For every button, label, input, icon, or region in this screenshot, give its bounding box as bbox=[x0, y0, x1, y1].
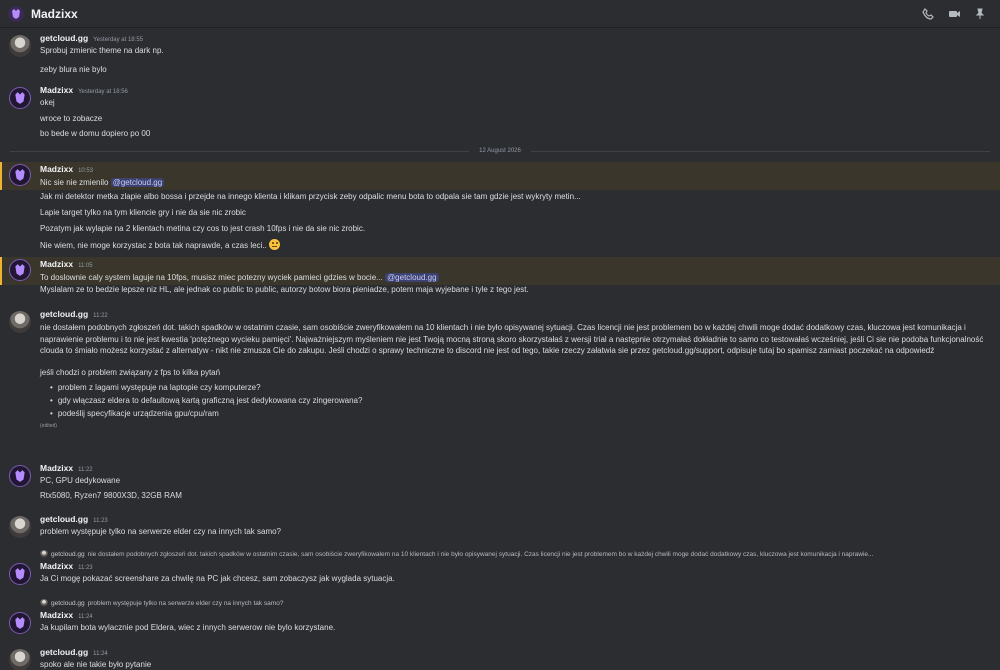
dm-avatar[interactable] bbox=[8, 5, 24, 22]
avatar[interactable] bbox=[9, 164, 31, 186]
timestamp: Yesterday at 18:55 bbox=[93, 37, 143, 43]
message-text: Pozatym jak wylapie na 2 klientach metin… bbox=[40, 224, 366, 233]
author-name[interactable]: Madzixx bbox=[40, 85, 73, 95]
message-text: Nie wiem, nie moge korzystac z bota tak … bbox=[40, 241, 267, 250]
list-item: problem z lagami występuje na laptopie c… bbox=[50, 381, 1000, 394]
timestamp: 11:05 bbox=[78, 263, 93, 269]
edited-label: (edited) bbox=[40, 422, 57, 429]
message-text: bo bede w domu dopiero po 00 bbox=[40, 129, 151, 138]
timestamp: 11:23 bbox=[78, 565, 93, 571]
message-text: jeśli chodzi o problem związany z fps to… bbox=[40, 367, 221, 377]
timestamp: Yesterday at 18:56 bbox=[78, 89, 128, 95]
reply-text: problem występuje tylko na serwerze elde… bbox=[87, 599, 284, 607]
message-text: okej bbox=[40, 98, 55, 107]
author-name[interactable]: Madzixx bbox=[40, 164, 73, 174]
timestamp: 11:24 bbox=[93, 651, 108, 657]
message-text: wroce to zobacze bbox=[40, 114, 103, 123]
message-mention-highlight: Madzixx 10:53 Nic sie nie zmienilo @getc… bbox=[0, 162, 1000, 190]
author-name[interactable]: Madzixx bbox=[40, 610, 73, 620]
message-text: problem występuje tylko na serwerze elde… bbox=[40, 527, 281, 536]
message-text: Lapie target tylko na tym kliencie gry i… bbox=[40, 208, 246, 217]
avatar[interactable] bbox=[9, 516, 31, 538]
message-text: Ja kupilam bota wylacznie pod Eldera, wi… bbox=[40, 623, 336, 632]
message-text: To doslownie caly system laguje na 10fps… bbox=[40, 273, 383, 282]
message-text: Nic sie nie zmienilo bbox=[40, 178, 109, 187]
reply-text: nie dostałem podobnych zgłoszeń dot. tak… bbox=[87, 550, 874, 558]
message: getcloud.gg 11:24 spoko ale nie takie by… bbox=[0, 647, 1000, 670]
message: getcloud.gg 11:22 nie dostałem podobnych… bbox=[0, 309, 1000, 451]
author-name[interactable]: Madzixx bbox=[40, 561, 73, 571]
avatar[interactable] bbox=[9, 87, 31, 109]
user-mention[interactable]: @getcloud.gg bbox=[385, 273, 439, 282]
timestamp: 11:23 bbox=[93, 518, 108, 524]
message: Madzixx 11:22 PC, GPU dedykowane Rtx5080… bbox=[0, 463, 1000, 505]
reply-preview[interactable]: getcloud.gg nie dostałem podobnych zgłos… bbox=[40, 549, 985, 559]
author-name[interactable]: Madzixx bbox=[40, 463, 73, 473]
message-text: Rtx5080, Ryzen7 9800X3D, 32GB RAM bbox=[40, 491, 182, 500]
reply-author[interactable]: getcloud.gg bbox=[51, 600, 85, 607]
message-text: Sprobuj zmienic theme na dark np. bbox=[40, 46, 164, 55]
message-text: Myslalam ze to bedzie lepsze niz HL, ale… bbox=[40, 285, 529, 294]
avatar[interactable] bbox=[9, 465, 31, 487]
message: Madzixx 11:23 Ja Ci mogę pokazać screens… bbox=[0, 561, 1000, 589]
user-mention[interactable]: @getcloud.gg bbox=[110, 178, 165, 187]
channel-title: Madzixx bbox=[31, 6, 78, 21]
author-name[interactable]: getcloud.gg bbox=[40, 514, 88, 524]
voice-call-icon[interactable] bbox=[920, 6, 936, 22]
message-continuation: Jak mi detektor metka zlapie albo bossa … bbox=[0, 190, 1000, 250]
date-divider: 12 August 2026 bbox=[0, 146, 1000, 156]
message-text: spoko ale nie takie było pytanie bbox=[40, 660, 152, 669]
message-text: PC, GPU dedykowane bbox=[40, 476, 121, 485]
bullet-list: problem z lagami występuje na laptopie c… bbox=[40, 381, 1000, 420]
list-item: gdy włączasz eldera to defaultową kartą … bbox=[50, 394, 1000, 407]
author-name[interactable]: getcloud.gg bbox=[40, 309, 88, 319]
message-continuation: Myslalam ze to bedzie lepsze niz HL, ale… bbox=[0, 285, 1000, 299]
date-divider-label: 12 August 2026 bbox=[479, 148, 521, 154]
message: Madzixx 11:24 Ja kupilam bota wylacznie … bbox=[0, 610, 1000, 638]
slight-frown-emoji-icon bbox=[269, 239, 280, 250]
avatar[interactable] bbox=[9, 649, 31, 670]
timestamp: 10:53 bbox=[78, 168, 94, 174]
message-text: Ja Ci mogę pokazać screenshare za chwilę… bbox=[40, 574, 395, 583]
reply-author[interactable]: getcloud.gg bbox=[51, 551, 85, 558]
message: Madzixx Yesterday at 18:56 okej wroce to… bbox=[0, 85, 1000, 141]
message-mention-highlight: Madzixx 11:05 To doslownie caly system l… bbox=[0, 257, 1000, 285]
author-name[interactable]: Madzixx bbox=[40, 259, 73, 269]
timestamp: 11:24 bbox=[78, 614, 93, 620]
message-text: zeby blura nie bylo bbox=[40, 65, 107, 74]
timestamp: 11:22 bbox=[93, 313, 108, 319]
reply-preview[interactable]: getcloud.gg problem występuje tylko na s… bbox=[40, 598, 985, 608]
channel-header: Madzixx bbox=[0, 0, 1000, 28]
list-item: podeślij specyfikacje urządzenia gpu/cpu… bbox=[50, 407, 1000, 420]
message-list: getcloud.gg Yesterday at 18:55 Sprobuj z… bbox=[0, 28, 1000, 670]
avatar[interactable] bbox=[9, 563, 31, 585]
reply-avatar bbox=[40, 599, 48, 607]
pin-icon[interactable] bbox=[972, 6, 988, 22]
message-text: Jak mi detektor metka zlapie albo bossa … bbox=[40, 192, 581, 201]
message: getcloud.gg 11:23 problem występuje tylk… bbox=[0, 514, 1000, 542]
timestamp: 11:22 bbox=[78, 467, 93, 473]
author-name[interactable]: getcloud.gg bbox=[40, 647, 88, 657]
avatar[interactable] bbox=[9, 311, 31, 333]
avatar[interactable] bbox=[9, 612, 31, 634]
reply-avatar bbox=[40, 550, 48, 558]
avatar[interactable] bbox=[9, 259, 31, 281]
message-text: nie dostałem podobnych zgłoszeń dot. tak… bbox=[40, 323, 984, 355]
message: getcloud.gg Yesterday at 18:55 Sprobuj z… bbox=[0, 33, 1000, 77]
avatar[interactable] bbox=[9, 35, 31, 57]
video-call-icon[interactable] bbox=[946, 6, 962, 22]
author-name[interactable]: getcloud.gg bbox=[40, 33, 88, 43]
